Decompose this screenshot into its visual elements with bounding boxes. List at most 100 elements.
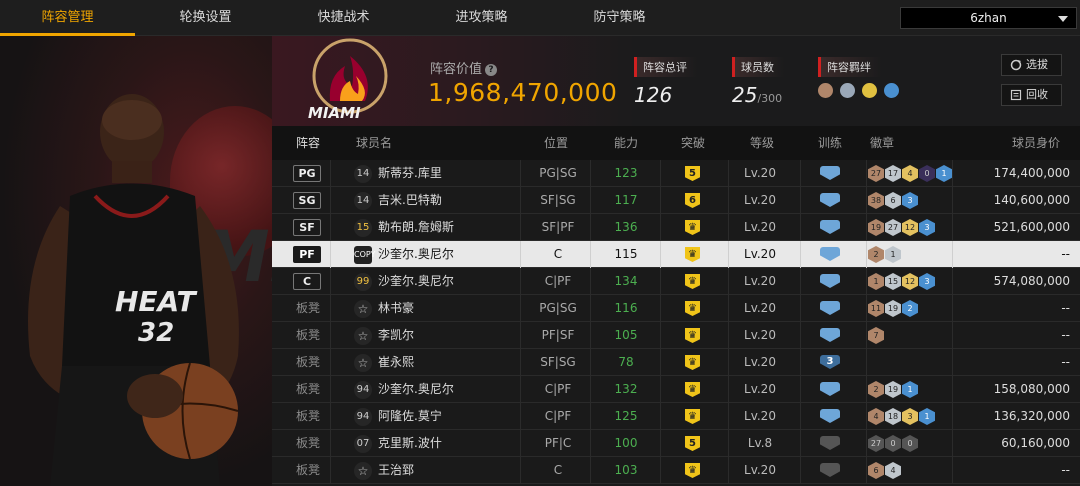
recycle-button[interactable]: 回收: [1001, 84, 1062, 106]
header-ability[interactable]: 能力: [614, 126, 638, 160]
table-row[interactable]: 板凳 07 克里斯.波什 PF|C 100 5 Lv.8 27 0 0 60,160,000: [272, 430, 1080, 457]
player-value: 60,160,000: [1001, 436, 1070, 450]
player-name[interactable]: 沙奎尔.奥尼尔: [378, 268, 454, 295]
header-name[interactable]: 球员名: [356, 126, 392, 160]
training-icon[interactable]: [820, 409, 840, 423]
badge-group[interactable]: 27 0 0: [868, 435, 919, 453]
training-icon[interactable]: [820, 274, 840, 288]
header-training[interactable]: 训练: [818, 126, 842, 160]
player-name[interactable]: 王治郅: [378, 457, 414, 484]
badge-group[interactable]: 7: [868, 327, 885, 345]
training-icon[interactable]: [820, 166, 840, 180]
player-name[interactable]: 崔永熙: [378, 349, 414, 376]
badge-group[interactable]: 11 19 2: [868, 300, 919, 318]
player-ability: 125: [614, 409, 638, 423]
recycle-button-label: 回收: [1026, 88, 1048, 101]
training-icon[interactable]: [820, 193, 840, 207]
header-position[interactable]: 位置: [544, 126, 568, 160]
column-divider: [660, 160, 661, 187]
bond-group-gold-icon[interactable]: [862, 83, 878, 98]
player-name[interactable]: 克里斯.波什: [378, 430, 442, 457]
help-icon[interactable]: ?: [485, 64, 498, 76]
lineup-bond-label: 阵容羁绊: [818, 57, 881, 77]
position-slot-tag[interactable]: C: [293, 273, 321, 290]
training-icon[interactable]: [820, 328, 840, 342]
badge-group[interactable]: 27 17 4 0 1: [868, 165, 953, 183]
select-button[interactable]: 选拔: [1001, 54, 1062, 76]
player-name[interactable]: 李凯尔: [378, 322, 414, 349]
player-name[interactable]: 斯蒂芬.库里: [378, 160, 442, 187]
tab-defense-strategy[interactable]: 防守策略: [552, 0, 687, 36]
table-row[interactable]: PF COPY 沙奎尔.奥尼尔 C 115 ♛ Lv.20 2 1 --: [272, 241, 1080, 268]
table-row[interactable]: 板凳 ☆ 林书豪 PG|SG 116 ♛ Lv.20 11 19 2 --: [272, 295, 1080, 322]
position-slot-tag[interactable]: SG: [293, 192, 321, 209]
tab-offense-strategy[interactable]: 进攻策略: [414, 0, 549, 36]
training-icon[interactable]: [820, 301, 840, 315]
player-name[interactable]: 吉米.巴特勒: [378, 187, 442, 214]
breakthrough-icon[interactable]: 5: [685, 166, 700, 181]
breakthrough-icon[interactable]: ♛: [685, 382, 700, 397]
header-value[interactable]: 球员身价: [1012, 126, 1060, 160]
training-icon[interactable]: [820, 463, 840, 477]
player-level: Lv.20: [744, 409, 776, 423]
header-lineup[interactable]: 阵容: [296, 126, 320, 160]
player-name[interactable]: 沙奎尔.奥尼尔: [378, 241, 454, 268]
training-icon[interactable]: 3: [820, 355, 840, 369]
training-icon[interactable]: [820, 247, 840, 261]
breakthrough-icon[interactable]: 5: [685, 436, 700, 451]
table-row[interactable]: 板凳 94 阿隆佐.莫宁 C|PF 125 ♛ Lv.20 4 18 3 1 136,320,000: [272, 403, 1080, 430]
breakthrough-icon[interactable]: ♛: [685, 247, 700, 262]
table-row[interactable]: 板凳 94 沙奎尔.奥尼尔 C|PF 132 ♛ Lv.20 2 19 1 158,080,000: [272, 376, 1080, 403]
overall-rating-block: 阵容总评 126: [634, 56, 697, 107]
badge-group[interactable]: 38 6 3: [868, 192, 919, 210]
table-row[interactable]: 板凳 ☆ 王治郅 C 103 ♛ Lv.20 6 4 --: [272, 457, 1080, 484]
tab-quick-tactics[interactable]: 快捷战术: [276, 0, 411, 36]
badge-icon: 4: [868, 408, 884, 425]
tab-rotation-settings[interactable]: 轮换设置: [138, 0, 273, 36]
jersey-number-badge: 99: [354, 273, 372, 291]
header-level[interactable]: 等级: [750, 126, 774, 160]
badge-icon: 1: [902, 381, 918, 398]
position-slot-tag[interactable]: PF: [293, 246, 321, 263]
breakthrough-icon[interactable]: 6: [685, 193, 700, 208]
badge-group[interactable]: 4 18 3 1: [868, 408, 936, 426]
bond-team-icon[interactable]: [840, 83, 856, 98]
breakthrough-icon[interactable]: ♛: [685, 328, 700, 343]
table-row[interactable]: SG 14 吉米.巴特勒 SF|SG 117 6 Lv.20 38 6 3 140,600,000: [272, 187, 1080, 214]
user-dropdown[interactable]: 6zhan: [900, 7, 1077, 29]
bond-person-icon[interactable]: [818, 83, 833, 98]
training-icon[interactable]: [820, 436, 840, 450]
breakthrough-icon[interactable]: ♛: [685, 463, 700, 478]
badge-group[interactable]: 19 27 12 3: [868, 219, 936, 237]
table-row[interactable]: PG 14 斯蒂芬.库里 PG|SG 123 5 Lv.20 27 17 4 0 1 174,400,0…: [272, 160, 1080, 187]
badge-group[interactable]: 21: [868, 246, 902, 264]
training-icon[interactable]: [820, 220, 840, 234]
user-name: 6zhan: [970, 11, 1007, 25]
position-slot-tag[interactable]: SF: [293, 219, 321, 236]
breakthrough-icon[interactable]: ♛: [685, 220, 700, 235]
badge-icon: 1: [868, 273, 884, 290]
player-name[interactable]: 阿隆佐.莫宁: [378, 403, 442, 430]
breakthrough-icon[interactable]: ♛: [685, 274, 700, 289]
badge-group[interactable]: 1 15 12 3: [868, 273, 936, 291]
breakthrough-icon[interactable]: ♛: [685, 355, 700, 370]
position-slot-tag[interactable]: PG: [293, 165, 321, 182]
badge-group[interactable]: 2 19 1: [868, 381, 919, 399]
player-name[interactable]: 勒布朗.詹姆斯: [378, 214, 454, 241]
player-name[interactable]: 林书豪: [378, 295, 414, 322]
breakthrough-icon[interactable]: ♛: [685, 301, 700, 316]
header-breakthrough[interactable]: 突破: [681, 126, 705, 160]
table-row[interactable]: SF 15 勒布朗.詹姆斯 SF|PF 136 ♛ Lv.20 19 27 12 3 521,600,…: [272, 214, 1080, 241]
breakthrough-icon[interactable]: ♛: [685, 409, 700, 424]
training-icon[interactable]: [820, 382, 840, 396]
player-name[interactable]: 沙奎尔.奥尼尔: [378, 376, 454, 403]
table-row[interactable]: 板凳 ☆ 李凯尔 PF|SF 105 ♛ Lv.20 7 --: [272, 322, 1080, 349]
tab-lineup-management[interactable]: 阵容管理: [0, 0, 135, 36]
table-row[interactable]: 板凳 ☆ 崔永熙 SF|SG 78 ♛ Lv.20 3 --: [272, 349, 1080, 376]
player-position: C|PF: [544, 274, 572, 288]
badge-group[interactable]: 64: [868, 462, 902, 480]
bond-group-blue-icon[interactable]: [884, 83, 900, 98]
miami-heat-logo: MIAMI: [308, 38, 388, 122]
header-badges[interactable]: 徽章: [870, 126, 894, 160]
table-row[interactable]: C 99 沙奎尔.奥尼尔 C|PF 134 ♛ Lv.20 1 15 12 3 574,080,000: [272, 268, 1080, 295]
